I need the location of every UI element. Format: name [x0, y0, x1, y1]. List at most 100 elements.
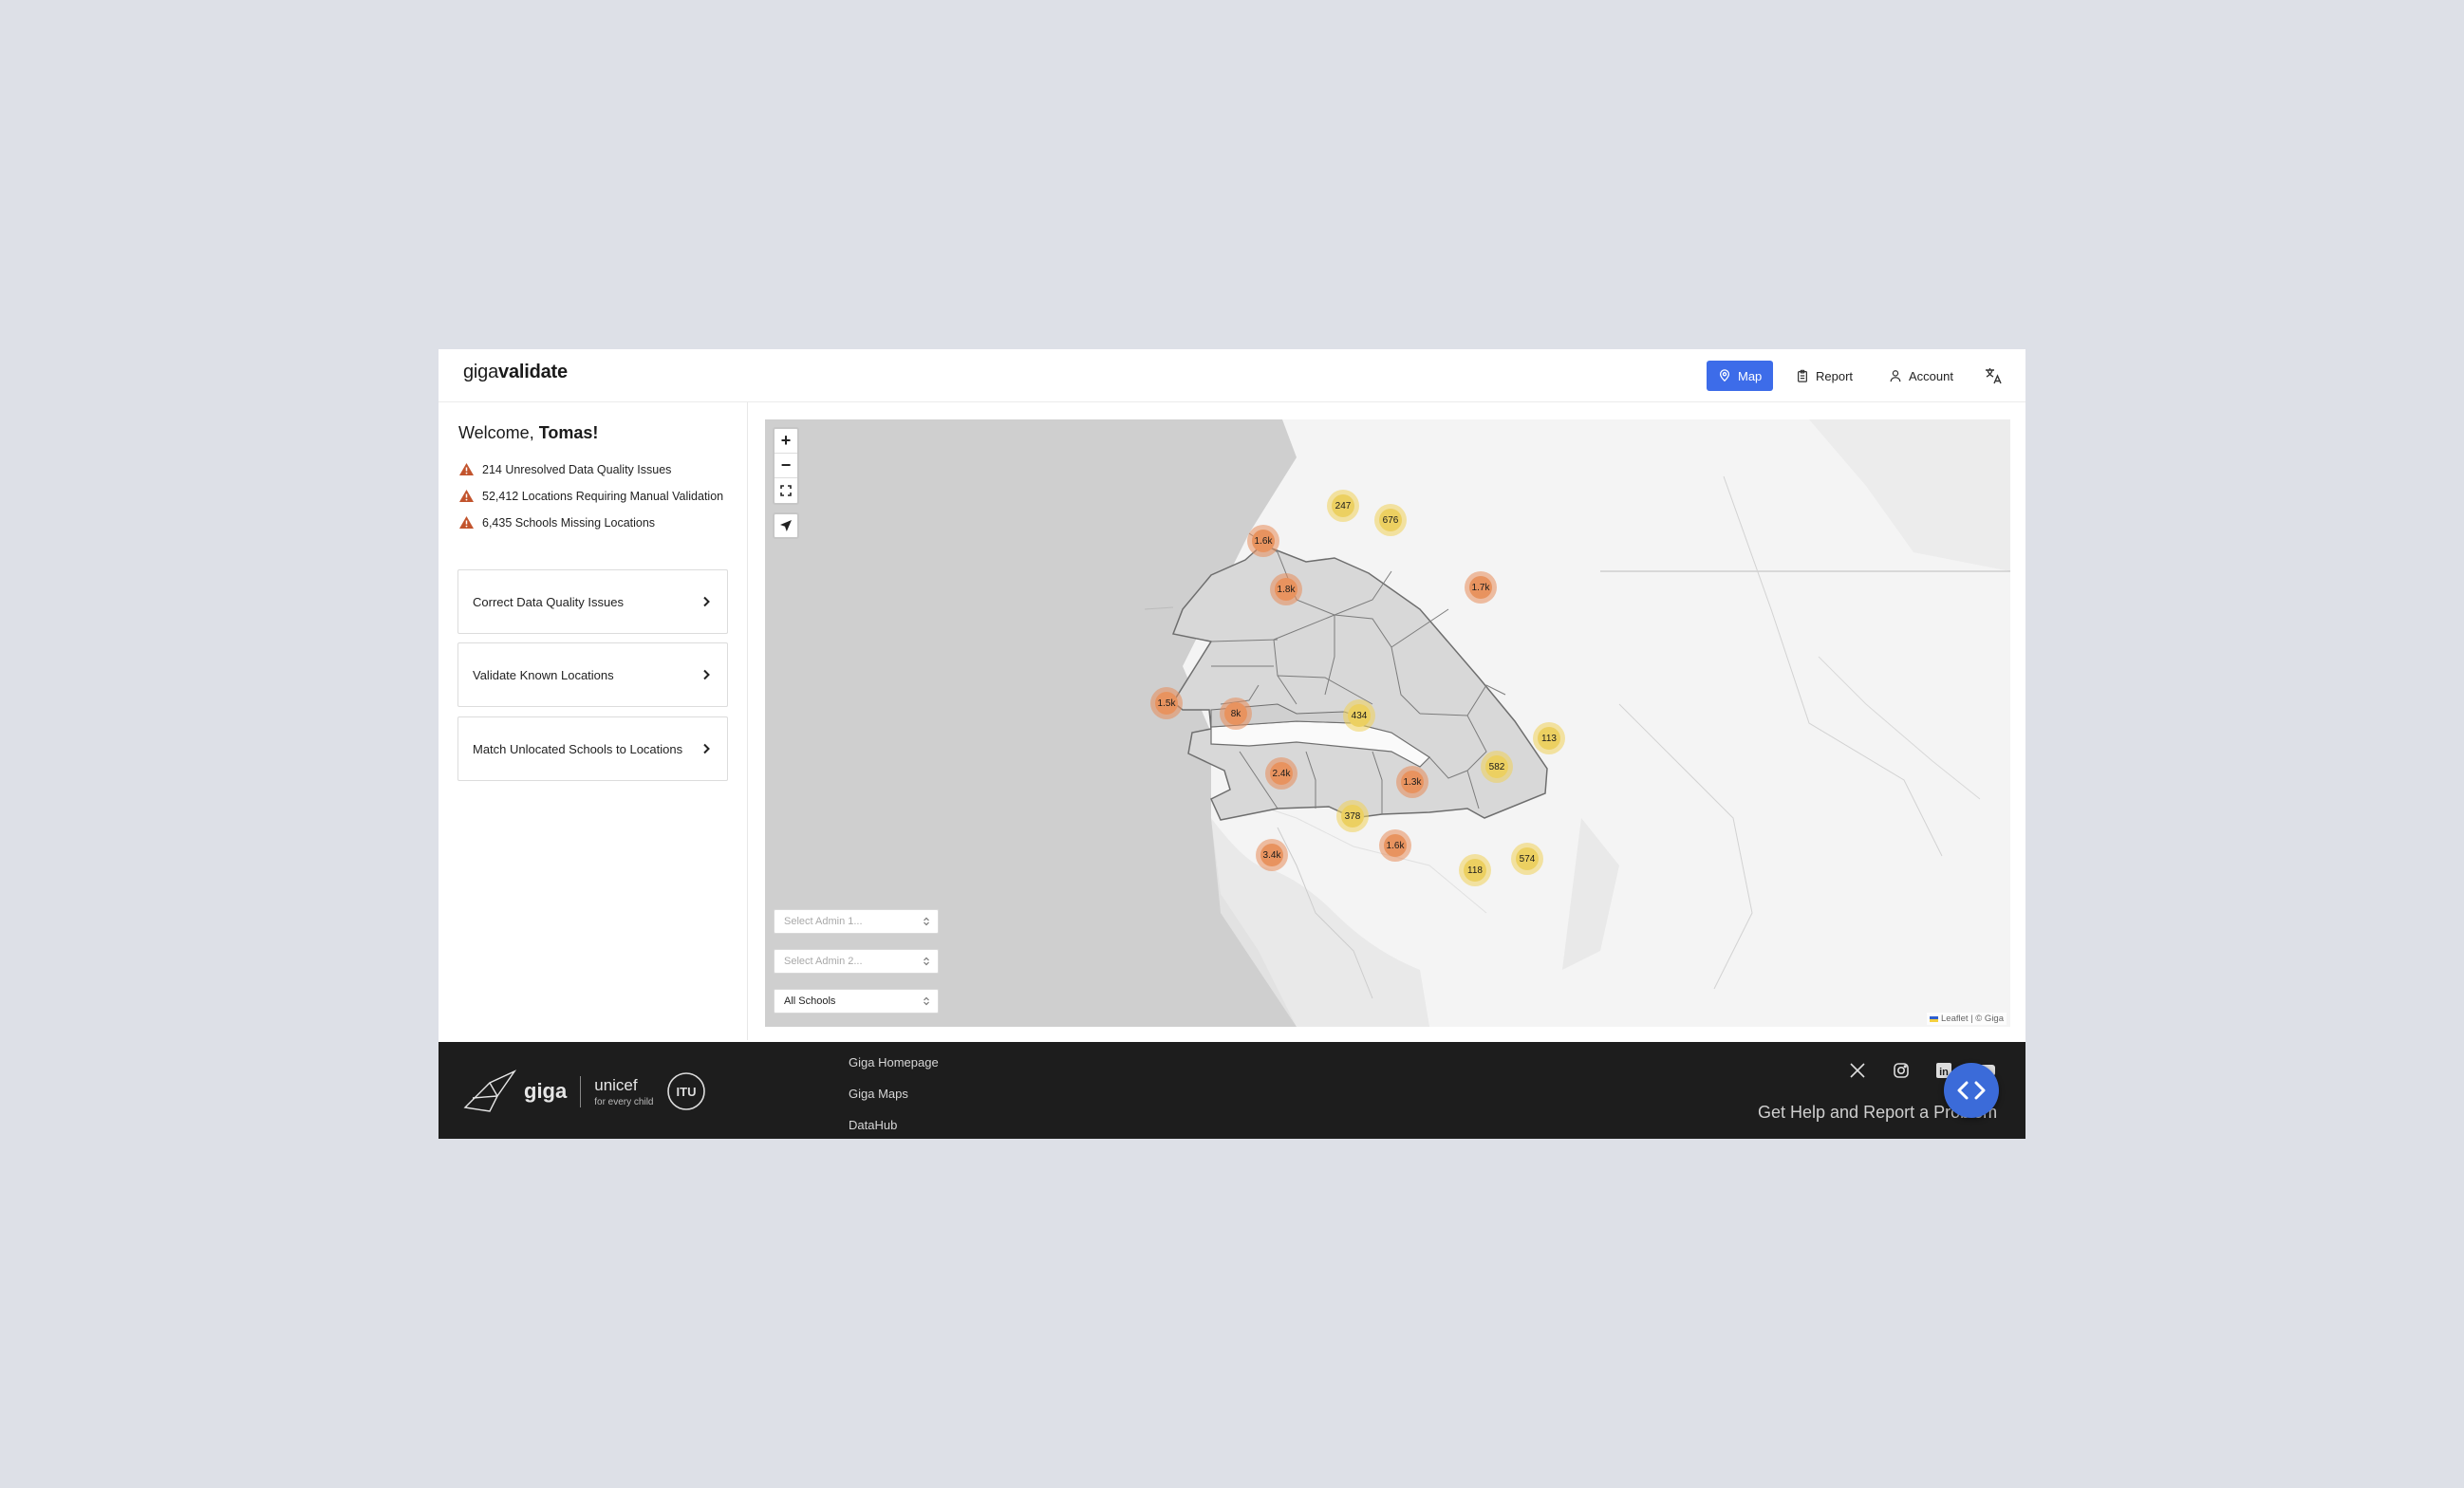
user-icon — [1890, 370, 1901, 382]
cluster-count: 8k — [1224, 702, 1247, 725]
task-match-unlocated-schools[interactable]: Match Unlocated Schools to Locations — [457, 716, 728, 781]
select-admin2-placeholder: Select Admin 2... — [784, 956, 863, 967]
zoom-in-button[interactable]: + — [775, 429, 797, 454]
footer-link-giga-homepage[interactable]: Giga Homepage — [849, 1055, 939, 1070]
cluster-count: 1.6k — [1384, 834, 1407, 857]
svg-text:ITU: ITU — [677, 1085, 697, 1099]
cluster-count: 118 — [1464, 859, 1486, 882]
task-label: Validate Known Locations — [473, 667, 614, 682]
sidebar: Welcome, Tomas! 214 Unresolved Data Qual… — [439, 402, 748, 1040]
cluster-count: 676 — [1379, 509, 1402, 531]
cluster-count: 2.4k — [1270, 762, 1293, 785]
location-arrow-icon — [780, 520, 792, 531]
welcome-heading: Welcome, Tomas! — [458, 423, 599, 442]
fullscreen-button[interactable] — [775, 478, 797, 503]
cluster-count: 113 — [1538, 727, 1560, 750]
map-view[interactable]: + − 247 676 1.6k 1.8k 1.7k 1.5k 8k 434 1… — [765, 419, 2010, 1027]
map-cluster[interactable]: 378 — [1336, 800, 1369, 832]
map-cluster[interactable]: 434 — [1343, 699, 1375, 732]
map-cluster[interactable]: 574 — [1511, 843, 1543, 875]
instagram-icon[interactable] — [1892, 1061, 1911, 1080]
cluster-count: 247 — [1332, 494, 1354, 517]
zoom-out-button[interactable]: − — [775, 454, 797, 478]
locate-me-button[interactable] — [773, 512, 799, 539]
cluster-count: 378 — [1341, 805, 1364, 828]
task-correct-data-quality[interactable]: Correct Data Quality Issues — [457, 569, 728, 634]
footer: giga unicef for every child ITU Giga Hom… — [439, 1042, 2025, 1139]
alert-text: 214 Unresolved Data Quality Issues — [482, 462, 672, 476]
footer-link-datahub[interactable]: DataHub — [849, 1118, 897, 1132]
map-cluster[interactable]: 1.8k — [1270, 573, 1302, 605]
code-icon — [1957, 1081, 1986, 1100]
ukraine-flag-icon — [1930, 1015, 1939, 1022]
giga-logo: giga — [463, 1070, 567, 1113]
task-label: Correct Data Quality Issues — [473, 594, 624, 609]
clipboard-icon — [1798, 369, 1807, 382]
cluster-count: 574 — [1516, 847, 1539, 870]
map-cluster[interactable]: 1.7k — [1465, 571, 1497, 604]
cluster-count: 3.4k — [1260, 844, 1283, 866]
nav-map-label: Map — [1738, 368, 1763, 383]
map-cluster[interactable]: 247 — [1327, 490, 1359, 522]
select-arrows-icon — [924, 996, 929, 1006]
map-cluster[interactable]: 582 — [1481, 751, 1513, 783]
warning-icon — [459, 490, 474, 502]
alert-text: 6,435 Schools Missing Locations — [482, 515, 656, 530]
select-admin1[interactable]: Select Admin 1... — [774, 909, 939, 934]
select-arrows-icon — [924, 957, 929, 966]
zoom-control: + − — [773, 427, 799, 505]
map-attribution[interactable]: Leaflet | © Giga — [1927, 1013, 2007, 1025]
cluster-count: 1.7k — [1469, 576, 1492, 599]
warning-icon — [459, 516, 474, 529]
chevron-right-icon — [703, 743, 710, 754]
cluster-count: 1.3k — [1401, 771, 1424, 793]
map-cluster[interactable]: 113 — [1533, 722, 1565, 754]
map-cluster[interactable]: 1.6k — [1247, 525, 1279, 557]
nav-account-button[interactable]: Account — [1877, 361, 1965, 391]
map-cluster[interactable]: 1.3k — [1396, 766, 1428, 798]
map-cluster[interactable]: 118 — [1459, 854, 1491, 886]
giga-validate-logo[interactable]: gigavalidate — [463, 362, 568, 383]
cluster-count: 434 — [1348, 704, 1371, 727]
footer-link-giga-maps[interactable]: Giga Maps — [849, 1087, 908, 1101]
task-validate-known-locations[interactable]: Validate Known Locations — [457, 642, 728, 707]
partner-logos: giga unicef for every child ITU — [463, 1065, 706, 1118]
select-arrows-icon — [924, 917, 929, 926]
chevron-right-icon — [703, 596, 710, 607]
map-cluster[interactable]: 676 — [1374, 504, 1407, 536]
giga-bird-icon — [463, 1070, 516, 1112]
nav-map-button[interactable]: Map — [1707, 361, 1774, 391]
chevron-right-icon — [703, 669, 710, 680]
app-window: gigavalidate Map Report Account Welcome,… — [439, 349, 2025, 1139]
select-admin2[interactable]: Select Admin 2... — [774, 949, 939, 974]
alert-manual-validation: 52,412 Locations Requiring Manual Valida… — [458, 489, 723, 503]
itu-logo: ITU — [667, 1072, 706, 1110]
cluster-count: 582 — [1485, 755, 1508, 778]
x-icon[interactable] — [1848, 1061, 1867, 1080]
translate-icon — [1986, 368, 2002, 384]
unicef-logo-text: unicef — [594, 1075, 638, 1094]
giga-logo-text: giga — [524, 1079, 568, 1103]
map-cluster[interactable]: 1.6k — [1379, 829, 1411, 862]
unicef-logo: unicef for every child — [580, 1075, 654, 1107]
map-cluster[interactable]: 1.5k — [1150, 687, 1183, 719]
map-cluster[interactable]: 8k — [1220, 698, 1252, 730]
cluster-count: 1.8k — [1275, 578, 1297, 601]
map-icon — [1719, 369, 1730, 382]
top-header: gigavalidate Map Report Account — [439, 349, 2025, 402]
language-button[interactable] — [1976, 361, 2010, 391]
nav-account-label: Account — [1909, 368, 1953, 383]
unicef-tagline: for every child — [594, 1096, 654, 1107]
warning-icon — [459, 463, 474, 475]
code-floating-button[interactable] — [1944, 1063, 1999, 1118]
select-school-filter[interactable]: All Schools — [774, 989, 939, 1014]
alert-data-quality: 214 Unresolved Data Quality Issues — [458, 462, 671, 476]
select-school-filter-value: All Schools — [784, 995, 836, 1007]
map-cluster[interactable]: 3.4k — [1256, 839, 1288, 871]
map-cluster[interactable]: 2.4k — [1265, 757, 1297, 790]
nav-report-button[interactable]: Report — [1784, 361, 1864, 391]
task-label: Match Unlocated Schools to Locations — [473, 741, 683, 756]
select-admin1-placeholder: Select Admin 1... — [784, 916, 863, 927]
cluster-count: 1.5k — [1155, 692, 1178, 715]
alert-missing-locations: 6,435 Schools Missing Locations — [458, 515, 655, 530]
